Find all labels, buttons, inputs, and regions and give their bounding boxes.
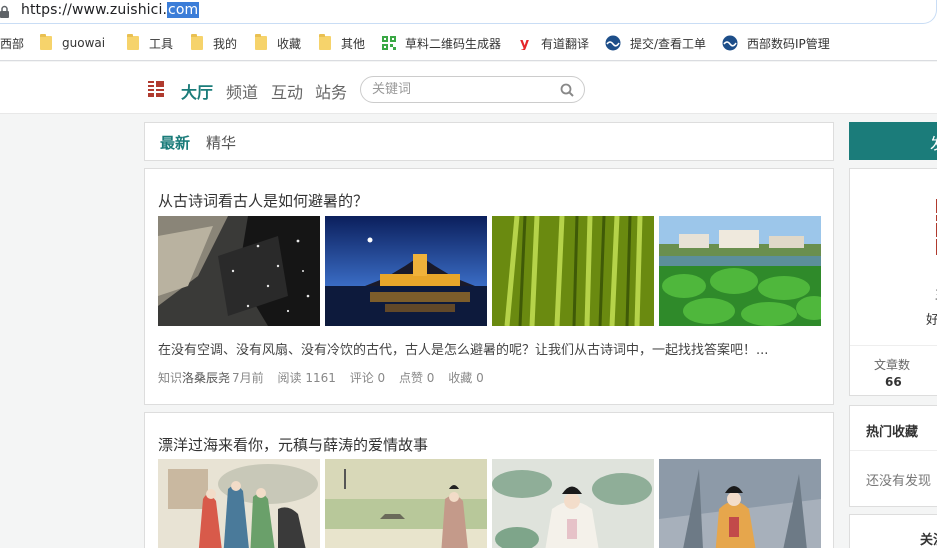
bookmarks-bar: 西部 guowai 工具 我的 收藏 其他 草料二维码生成器 y 有道翻译 提交…	[0, 26, 937, 61]
article-comments[interactable]: 评论 0	[350, 371, 385, 385]
divider	[850, 345, 937, 346]
article-reads: 阅读 1161	[277, 371, 336, 385]
folder-icon	[40, 34, 52, 50]
hot-favorites-title: 热门收藏	[866, 425, 919, 440]
nav-interact[interactable]: 互动	[271, 79, 303, 103]
bookmark-qr-generator[interactable]: 草料二维码生成器	[382, 34, 501, 52]
profile-card: 王 好 文章数 66	[849, 168, 937, 396]
feed-tabs: 最新 精华	[144, 122, 834, 161]
bookmark-label: 提交/查看工单	[630, 36, 707, 51]
tab-latest[interactable]: 最新	[160, 132, 190, 153]
bookmark-youdao[interactable]: y 有道翻译	[518, 34, 589, 52]
article-image[interactable]	[659, 459, 821, 548]
bookmark-guowai[interactable]: guowai	[40, 34, 105, 52]
bookmark-mine[interactable]: 我的	[191, 34, 237, 52]
follow-panel: 关注	[849, 514, 937, 548]
article-time: 7月前	[232, 371, 264, 385]
folder-icon	[319, 34, 331, 50]
follow-title: 关注	[920, 533, 937, 548]
bookmark-label: 西部数码IP管理	[747, 36, 830, 51]
site-header: 大厅 频道 互动 站务	[0, 62, 937, 114]
post-button[interactable]: 发	[849, 122, 937, 160]
folder-icon	[127, 34, 139, 50]
article-image[interactable]	[325, 459, 487, 548]
bookmark-ip-manager[interactable]: 西部数码IP管理	[722, 34, 830, 52]
bookmark-label: 我的	[213, 36, 238, 51]
bookmark-favorites[interactable]: 收藏	[255, 34, 301, 52]
article-card[interactable]: 从古诗词看古人是如何避暑的？ 在没有空调、没有风扇、没有冷饮的古代，古人是怎么避…	[144, 168, 834, 405]
article-thumbnails	[158, 459, 821, 548]
nav-hall[interactable]: 大厅	[181, 79, 213, 103]
article-card[interactable]: 漂洋过海来看你，元稹与薛涛的爱情故事	[144, 412, 834, 548]
address-bar: https://www.zuishici.com	[0, 0, 937, 26]
bookmark-label: 西部	[0, 36, 25, 51]
article-image[interactable]	[492, 216, 654, 326]
article-favorites[interactable]: 收藏 0	[448, 371, 483, 385]
article-thumbnails	[158, 216, 821, 326]
qr-code-icon	[382, 36, 396, 50]
globe-icon	[722, 35, 738, 51]
hot-favorites-empty: 还没有发现	[866, 474, 932, 489]
site-logo-icon[interactable]	[148, 80, 164, 98]
nav-channel[interactable]: 频道	[226, 79, 258, 103]
search-input[interactable]	[372, 82, 552, 97]
article-author[interactable]: 洛桑辰尧	[182, 371, 230, 385]
lock-icon	[0, 5, 9, 18]
url-selected: com	[167, 2, 200, 18]
tab-featured[interactable]: 精华	[206, 132, 236, 153]
bookmark-tickets[interactable]: 提交/查看工单	[605, 34, 706, 52]
bookmark-label: 有道翻译	[541, 36, 590, 51]
hot-favorites-panel: 热门收藏 还没有发现	[849, 405, 937, 507]
url-text[interactable]: https://www.zuishici.com	[21, 2, 200, 18]
profile-desc: 好	[926, 313, 937, 328]
article-image[interactable]	[325, 216, 487, 326]
article-image[interactable]	[492, 459, 654, 548]
omnibox[interactable]: https://www.zuishici.com	[0, 0, 937, 24]
globe-icon	[605, 35, 621, 51]
folder-icon	[255, 34, 267, 50]
url-prefix: https://www.zuishici.	[21, 2, 168, 18]
browser-window: https://www.zuishici.com 西部 guowai 工具 我的…	[0, 0, 937, 548]
bookmark-tools[interactable]: 工具	[127, 34, 173, 52]
bookmark-others[interactable]: 其他	[319, 34, 365, 52]
article-meta: 知识洛桑辰尧 7月前 阅读 1161 评论 0 点赞 0 收藏 0	[158, 369, 494, 386]
bookmark-xibu[interactable]: 西部	[0, 34, 24, 52]
article-image[interactable]	[158, 216, 320, 326]
article-title[interactable]: 从古诗词看古人是如何避暑的？	[158, 190, 368, 211]
stat-articles-label: 文章数	[874, 358, 911, 372]
bookmark-label: 草料二维码生成器	[405, 36, 502, 51]
stat-articles-value[interactable]: 66	[885, 375, 902, 389]
bookmark-label: guowai	[62, 36, 106, 50]
bookmark-label: 工具	[149, 36, 174, 51]
article-title[interactable]: 漂洋过海来看你，元稹与薛涛的爱情故事	[158, 434, 428, 455]
article-summary: 在没有空调、没有风扇、没有冷饮的古代，古人是怎么避暑的呢？让我们从古诗词中，一起…	[158, 343, 769, 358]
svg-text:y: y	[520, 36, 529, 50]
search-box	[360, 76, 585, 103]
nav-site-affairs[interactable]: 站务	[315, 79, 347, 103]
folder-icon	[191, 34, 203, 50]
search-icon[interactable]	[560, 83, 574, 97]
divider	[850, 450, 937, 451]
bookmark-label: 收藏	[277, 36, 302, 51]
article-category[interactable]: 知识	[158, 371, 182, 385]
bookmark-label: 其他	[341, 36, 366, 51]
article-image[interactable]	[158, 459, 320, 548]
youdao-icon: y	[520, 36, 529, 50]
article-image[interactable]	[659, 216, 821, 326]
article-likes[interactable]: 点赞 0	[399, 371, 434, 385]
